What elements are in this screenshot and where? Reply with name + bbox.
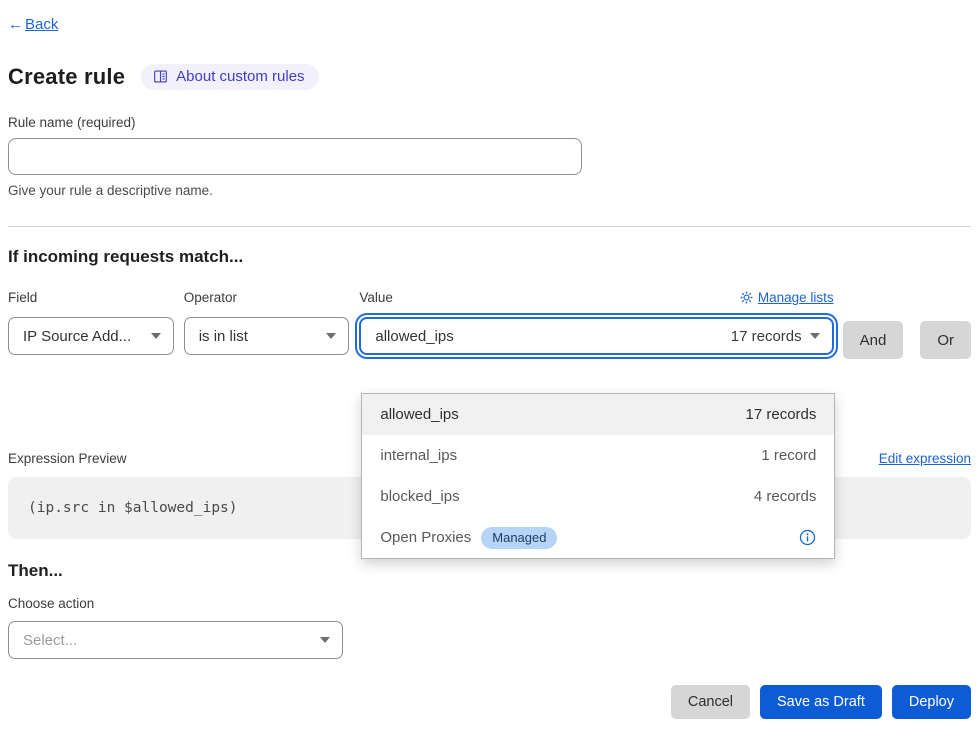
value-select-records: 17 records [731, 328, 802, 345]
field-column: Field IP Source Add... [8, 290, 174, 355]
value-select[interactable]: allowed_ips 17 records [359, 317, 833, 355]
about-pill-label: About custom rules [176, 68, 304, 85]
back-row: ←Back [8, 16, 971, 33]
chevron-down-icon [151, 333, 161, 339]
value-label: Value [359, 290, 393, 305]
field-label: Field [8, 290, 174, 305]
field-select[interactable]: IP Source Add... [8, 317, 174, 355]
action-select[interactable]: Select... [8, 621, 343, 659]
rule-name-label: Rule name (required) [8, 115, 971, 130]
value-label-row: Value [359, 290, 833, 305]
back-link[interactable]: ←Back [8, 16, 58, 33]
manage-lists-label: Manage lists [758, 290, 834, 305]
page-title: Create rule [8, 64, 125, 90]
list-option-internal-ips[interactable]: internal_ips 1 record [362, 435, 834, 476]
value-select-value: allowed_ips [375, 328, 453, 345]
chevron-down-icon [326, 333, 336, 339]
connector-buttons: And Or [843, 290, 971, 359]
operator-column: Operator is in list [184, 290, 350, 355]
list-option-open-proxies[interactable]: Open Proxies Managed [362, 517, 834, 558]
expression-preview-label: Expression Preview [8, 451, 127, 466]
match-section-title: If incoming requests match... [8, 247, 971, 267]
book-icon [153, 69, 168, 84]
save-as-draft-button[interactable]: Save as Draft [760, 685, 882, 719]
back-arrow-icon: ← [8, 16, 23, 33]
list-option-detail: 4 records [754, 488, 817, 505]
list-option-name: blocked_ips [380, 488, 459, 505]
field-select-value: IP Source Add... [23, 328, 131, 345]
operator-select-value: is in list [199, 328, 248, 345]
chevron-down-icon [320, 637, 330, 643]
value-select-right: 17 records [731, 328, 820, 345]
list-dropdown-menu: allowed_ips 17 records internal_ips 1 re… [361, 393, 835, 559]
title-row: Create rule About custom rules [8, 64, 971, 90]
match-row: Field IP Source Add... Operator is in li… [8, 290, 971, 359]
info-icon[interactable] [799, 529, 816, 546]
list-option-detail: 1 record [761, 447, 816, 464]
list-option-allowed-ips[interactable]: allowed_ips 17 records [362, 394, 834, 435]
cancel-button[interactable]: Cancel [671, 685, 750, 719]
gear-icon [740, 291, 753, 304]
rule-name-input[interactable] [8, 138, 582, 175]
deploy-button[interactable]: Deploy [892, 685, 971, 719]
rule-name-helper-text: Give your rule a descriptive name. [8, 183, 971, 198]
expression-code: (ip.src in $allowed_ips) [28, 500, 238, 516]
list-option-left: Open Proxies Managed [380, 527, 557, 549]
list-option-name: Open Proxies [380, 529, 471, 546]
action-select-placeholder: Select... [23, 632, 77, 649]
list-option-blocked-ips[interactable]: blocked_ips 4 records [362, 476, 834, 517]
section-divider [8, 226, 971, 227]
value-column: Value [359, 290, 833, 355]
or-button[interactable]: Or [920, 321, 971, 359]
and-button[interactable]: And [843, 321, 904, 359]
managed-badge: Managed [481, 527, 557, 549]
about-custom-rules-link[interactable]: About custom rules [141, 64, 318, 90]
operator-select[interactable]: is in list [184, 317, 350, 355]
then-section-title: Then... [8, 561, 971, 581]
edit-expression-link[interactable]: Edit expression [879, 451, 971, 466]
operator-label: Operator [184, 290, 350, 305]
manage-lists-link[interactable]: Manage lists [740, 290, 834, 305]
choose-action-label: Choose action [8, 596, 971, 611]
chevron-down-icon [810, 333, 820, 339]
list-option-name: internal_ips [380, 447, 457, 464]
list-option-detail: 17 records [746, 406, 817, 423]
back-link-label: Back [25, 16, 58, 33]
footer-buttons: Cancel Save as Draft Deploy [671, 685, 971, 719]
list-option-name: allowed_ips [380, 406, 458, 423]
create-rule-page: ←Back Create rule About custom rules Rul… [0, 0, 979, 739]
